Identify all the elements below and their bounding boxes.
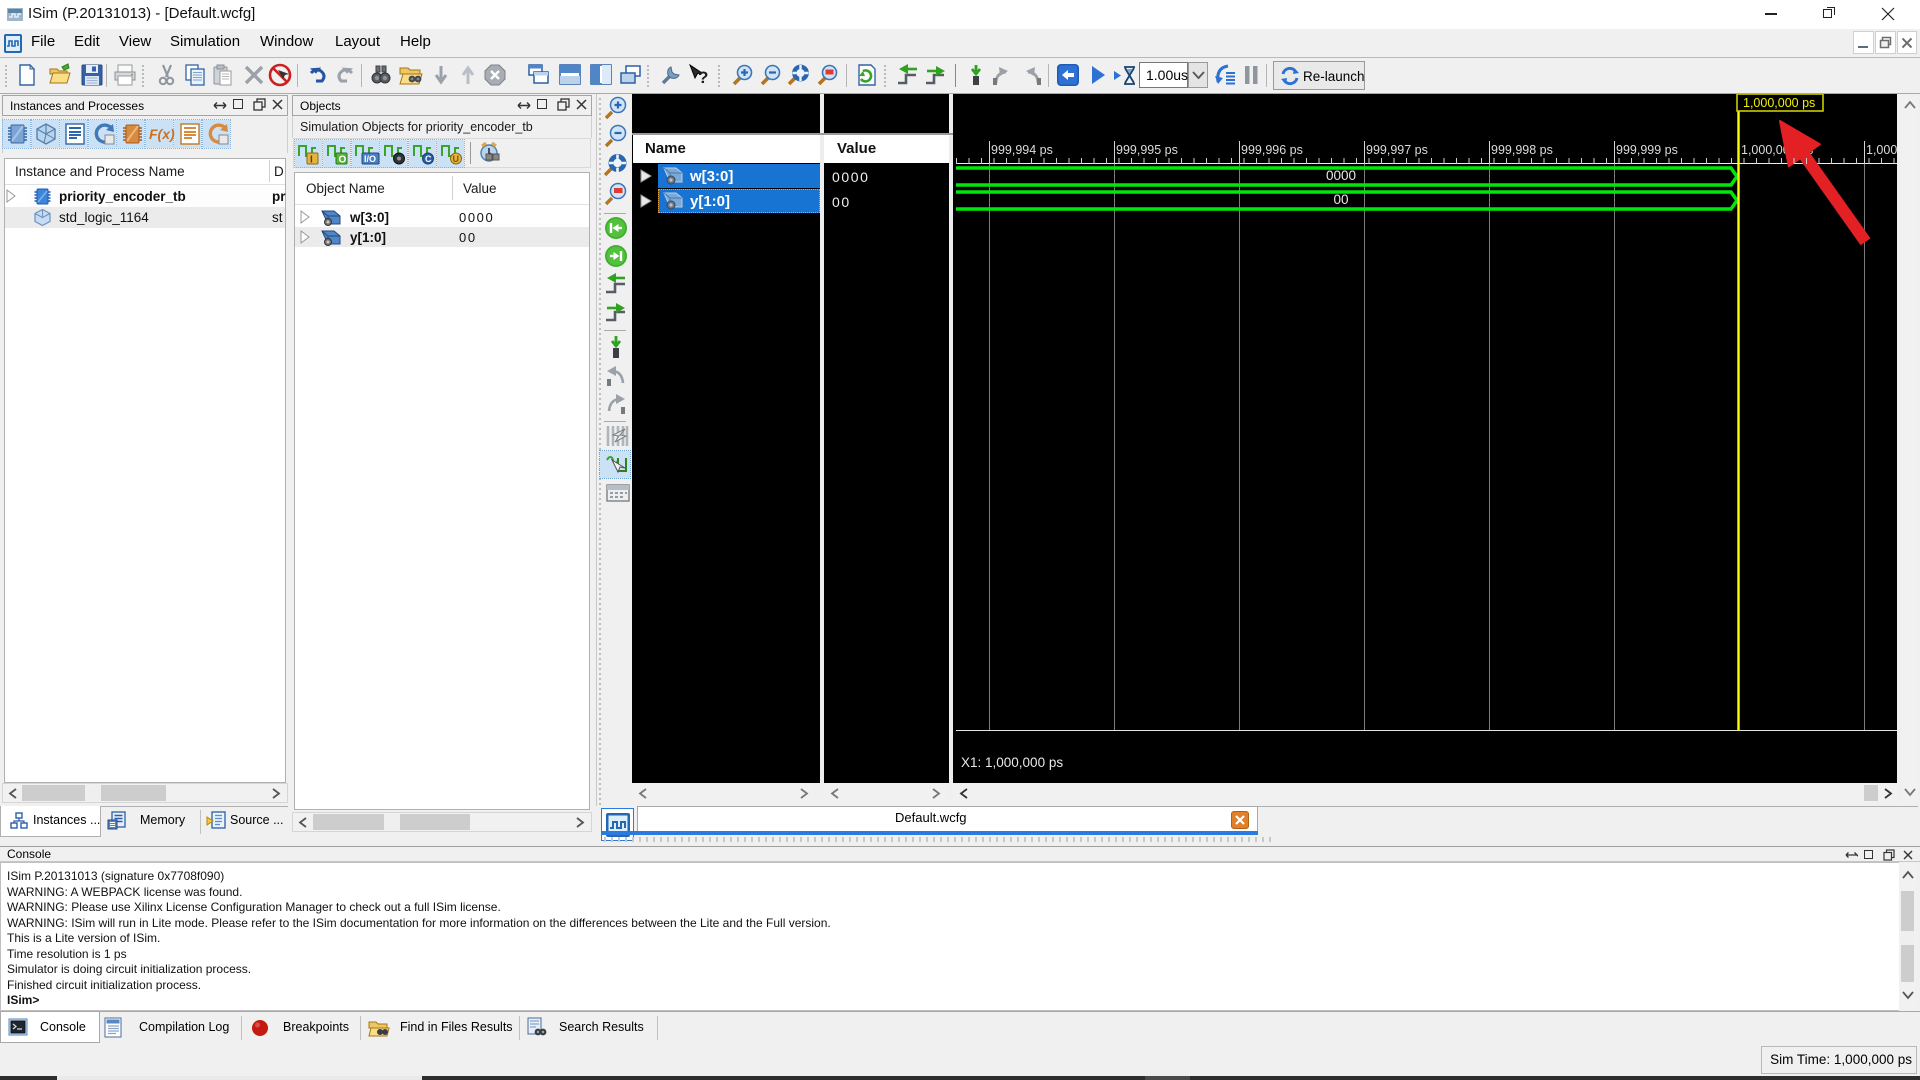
svg-text:C: C [425, 154, 432, 164]
svg-text:U: U [453, 154, 460, 164]
svg-text:00: 00 [1333, 192, 1348, 207]
svg-text:0000: 0000 [1326, 168, 1356, 183]
svg-text:X1: 1,000,000 ps: X1: 1,000,000 ps [961, 755, 1063, 770]
svg-text:O: O [339, 155, 347, 166]
svg-text:I/O: I/O [364, 154, 376, 164]
svg-text:1,000,000 ps: 1,000,000 ps [1743, 96, 1815, 110]
svg-text:I: I [310, 155, 313, 166]
svg-text:?: ? [698, 68, 708, 87]
